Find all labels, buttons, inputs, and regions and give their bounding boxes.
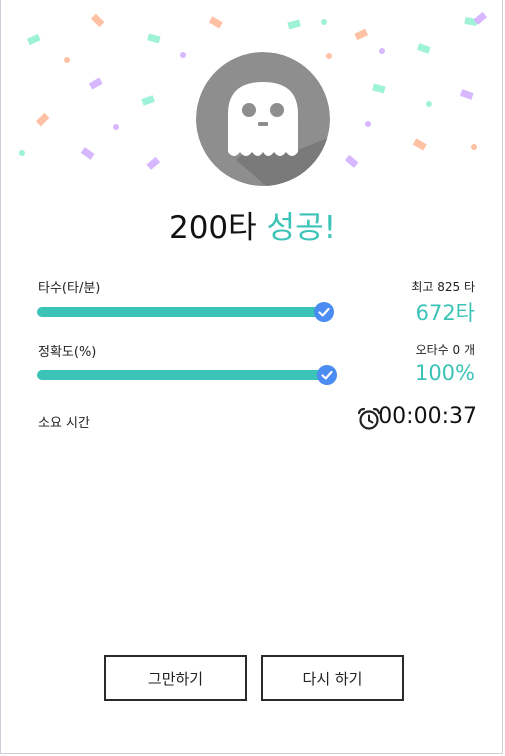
elapsed-label: 소요 시간 [38, 416, 90, 431]
retry-button[interactable]: 다시 하기 [261, 655, 404, 701]
accuracy-progress-fill [37, 370, 327, 380]
accuracy-progress-bar [37, 365, 337, 385]
result-headline: 200타 성공! [0, 205, 505, 251]
stop-button[interactable]: 그만하기 [104, 655, 247, 701]
speed-best: 최고 825 타 [411, 280, 475, 294]
check-icon [317, 365, 337, 385]
check-icon [314, 302, 335, 322]
result-success: 성공! [266, 210, 337, 246]
ghost-icon [196, 52, 330, 186]
accuracy-value: 100% [414, 361, 475, 385]
speed-progress-bar [37, 302, 335, 322]
accuracy-errors: 오타수 0 개 [415, 343, 475, 357]
elapsed-value: 00:00:37 [378, 404, 477, 429]
speed-value: 672타 [415, 301, 475, 325]
accuracy-label: 정확도(%) [38, 345, 97, 360]
speed-label: 타수(타/분) [38, 281, 101, 296]
avatar [196, 52, 330, 186]
result-count: 200타 [168, 210, 257, 246]
speed-progress-fill [37, 307, 325, 317]
